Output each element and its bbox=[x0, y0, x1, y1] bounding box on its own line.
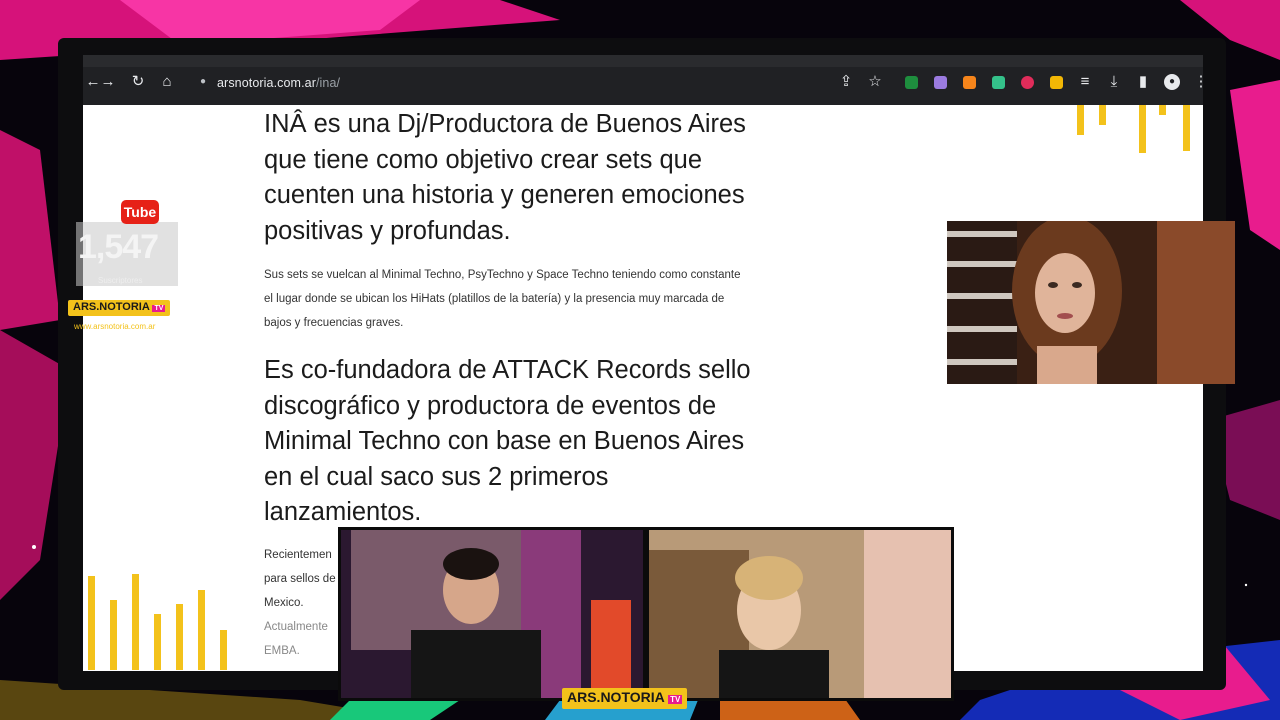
heading-line: lanzamientos. bbox=[264, 498, 422, 526]
intro-heading: INÂ es una Dj/Productora de Buenos Aires… bbox=[264, 107, 804, 249]
brand-logo-tv: TV bbox=[152, 305, 166, 312]
url-domain: arsnotoria.com.ar bbox=[217, 76, 316, 90]
browser-toolbar: ← → ↻ ⌂ ● arsnotoria.com.ar/ina/ ⇪ ☆ ≡ ⤓… bbox=[83, 55, 1203, 105]
equalizer-bars-bottom bbox=[88, 574, 227, 670]
attack-heading: Es co-fundadora de ATTACK Records sello … bbox=[264, 353, 804, 531]
extension-icon[interactable] bbox=[992, 76, 1005, 89]
home-icon[interactable]: ⌂ bbox=[159, 74, 175, 90]
heading-line: positivas y profundas. bbox=[264, 216, 511, 245]
paragraph-line: el lugar donde se ubican los HiHats (pla… bbox=[264, 293, 725, 305]
webcam-guest bbox=[646, 527, 954, 701]
brand-website: www.arsnotoria.com.ar bbox=[74, 322, 156, 331]
heading-line: cuenten una historia y generen emociones bbox=[264, 181, 745, 209]
paragraph-line: EMBA. bbox=[264, 644, 300, 657]
paragraph-line: para sellos de bbox=[264, 572, 336, 585]
extensions-icon[interactable] bbox=[1050, 76, 1063, 89]
equalizer-bars bbox=[1077, 105, 1190, 153]
extension-icon[interactable] bbox=[1021, 76, 1034, 89]
paragraph-line: Mexico. bbox=[264, 596, 304, 609]
paragraph-line: Actualmente bbox=[264, 620, 328, 633]
subscriber-label: Suscriptores bbox=[98, 276, 143, 285]
reload-icon[interactable]: ↻ bbox=[130, 74, 146, 90]
subscriber-count: 1,547 bbox=[78, 228, 159, 266]
youtube-logo: Tube bbox=[121, 200, 159, 224]
heading-line: discográfico y productora de eventos de bbox=[264, 391, 717, 420]
paragraph-line: bajos y frecuencias graves. bbox=[264, 317, 404, 329]
metamask-icon[interactable] bbox=[963, 76, 976, 89]
tab-strip bbox=[83, 55, 1203, 67]
profile-icon[interactable]: ● bbox=[1164, 74, 1180, 90]
url-path: /ina/ bbox=[315, 76, 341, 90]
heading-line: que tiene como objetivo crear sets que bbox=[264, 145, 703, 174]
reading-list-icon[interactable]: ≡ bbox=[1077, 74, 1093, 90]
address-bar[interactable]: arsnotoria.com.ar/ina/ bbox=[217, 76, 340, 90]
forward-icon[interactable]: → bbox=[100, 74, 116, 90]
youtube-subscriber-widget: Tube 1,547 Suscriptores ARS.NOTORIA TV bbox=[68, 200, 178, 324]
bookmark-star-icon[interactable]: ☆ bbox=[867, 74, 883, 90]
sets-paragraph: Sus sets se vuelcan al Minimal Techno, P… bbox=[264, 263, 804, 335]
webcam-host bbox=[338, 527, 646, 701]
brand-logo-text: ARS.NOTORIA bbox=[567, 689, 665, 705]
reaction-image bbox=[947, 221, 1235, 384]
heading-line: en el cual saco sus 2 primeros bbox=[264, 462, 609, 491]
download-icon[interactable]: ⤓ bbox=[1106, 74, 1122, 90]
extension-icon[interactable] bbox=[905, 76, 918, 89]
share-icon[interactable]: ⇪ bbox=[838, 74, 854, 90]
heading-line: INÂ es una Dj/Productora de Buenos Aires bbox=[264, 110, 746, 138]
brand-logo-bottom: ARS.NOTORIA TV bbox=[562, 688, 688, 709]
paragraph-line: Sus sets se vuelcan al Minimal Techno, P… bbox=[264, 269, 741, 281]
brand-logo-text: ARS.NOTORIA bbox=[73, 301, 150, 313]
extension-icon[interactable] bbox=[934, 76, 947, 89]
menu-icon[interactable]: ⋮ bbox=[1193, 74, 1204, 90]
heading-line: Minimal Techno con base en Buenos Aires bbox=[264, 427, 745, 455]
sidebar-icon[interactable]: ▮ bbox=[1135, 74, 1151, 90]
brand-logo: ARS.NOTORIA TV bbox=[68, 300, 171, 316]
lock-icon: ● bbox=[199, 76, 207, 87]
back-icon[interactable]: ← bbox=[85, 74, 101, 90]
paragraph-line: Recientemen bbox=[264, 548, 332, 561]
heading-line: Es co-fundadora de ATTACK Records sello bbox=[264, 356, 751, 384]
brand-logo-tv: TV bbox=[668, 695, 683, 704]
